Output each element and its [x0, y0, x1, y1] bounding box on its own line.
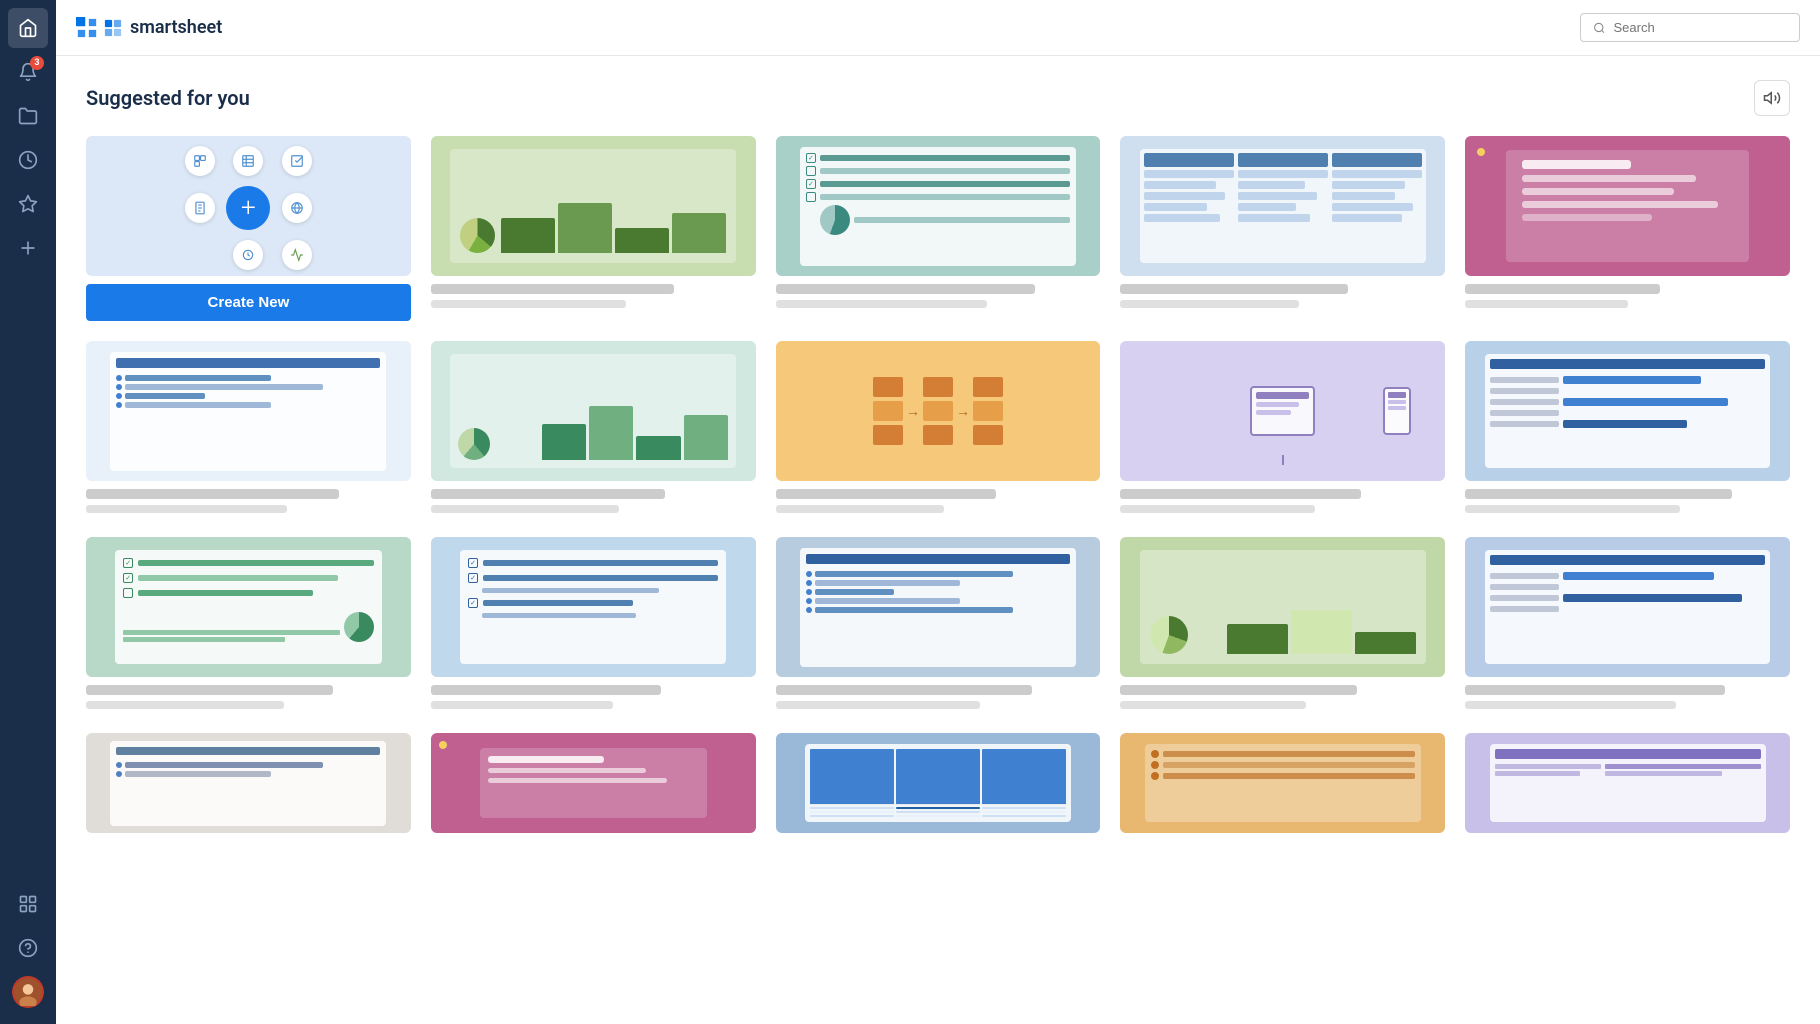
- user-avatar[interactable]: [8, 972, 48, 1012]
- template-card-7[interactable]: → →: [776, 341, 1101, 517]
- template-card-4[interactable]: [1465, 136, 1790, 321]
- announce-button[interactable]: [1754, 80, 1790, 116]
- sidebar-item-browse[interactable]: [8, 96, 48, 136]
- sidebar-item-recent[interactable]: [8, 140, 48, 180]
- sidebar-item-favorites[interactable]: [8, 184, 48, 224]
- create-new-card[interactable]: + Create New: [86, 136, 411, 321]
- section-header: Suggested for you: [86, 80, 1790, 116]
- sidebar: 3: [0, 0, 56, 1024]
- template-card-2[interactable]: ✓ ✓: [776, 136, 1101, 321]
- app-logo: smartsheet: [76, 17, 222, 39]
- template-card-17[interactable]: [776, 733, 1101, 833]
- app-header: smartsheet: [56, 0, 1820, 56]
- template-card-6[interactable]: [431, 341, 756, 517]
- template-card-16[interactable]: [431, 733, 756, 833]
- template-card-3[interactable]: [1120, 136, 1445, 321]
- template-card-14[interactable]: [1465, 537, 1790, 713]
- main-content: smartsheet Suggested for you: [56, 0, 1820, 1024]
- template-card-19[interactable]: [1465, 733, 1790, 833]
- sidebar-item-home[interactable]: [8, 8, 48, 48]
- sidebar-item-apps[interactable]: [8, 884, 48, 924]
- section-title: Suggested for you: [86, 86, 250, 110]
- sidebar-item-notifications[interactable]: 3: [8, 52, 48, 92]
- template-card-12[interactable]: [776, 537, 1101, 713]
- template-card-1[interactable]: [431, 136, 756, 321]
- template-card-18[interactable]: [1120, 733, 1445, 833]
- template-card-8[interactable]: [1120, 341, 1445, 517]
- sidebar-item-help[interactable]: [8, 928, 48, 968]
- sidebar-item-add[interactable]: [8, 228, 48, 268]
- announce-icon: [1763, 89, 1781, 107]
- templates-grid: + Create New: [86, 136, 1790, 833]
- content-area: Suggested for you: [56, 56, 1820, 1024]
- search-bar[interactable]: [1580, 13, 1800, 42]
- search-input[interactable]: [1614, 20, 1787, 35]
- template-card-15[interactable]: [86, 733, 411, 833]
- search-icon: [1593, 21, 1606, 35]
- template-card-10[interactable]: ✓ ✓: [86, 537, 411, 713]
- template-card-9[interactable]: [1465, 341, 1790, 517]
- template-card-13[interactable]: [1120, 537, 1445, 713]
- template-card-5[interactable]: [86, 341, 411, 517]
- template-card-11[interactable]: ✓ ✓ ✓: [431, 537, 756, 713]
- logo-text: smartsheet: [130, 17, 222, 38]
- create-new-button[interactable]: Create New: [86, 284, 411, 321]
- notification-badge: 3: [30, 56, 44, 70]
